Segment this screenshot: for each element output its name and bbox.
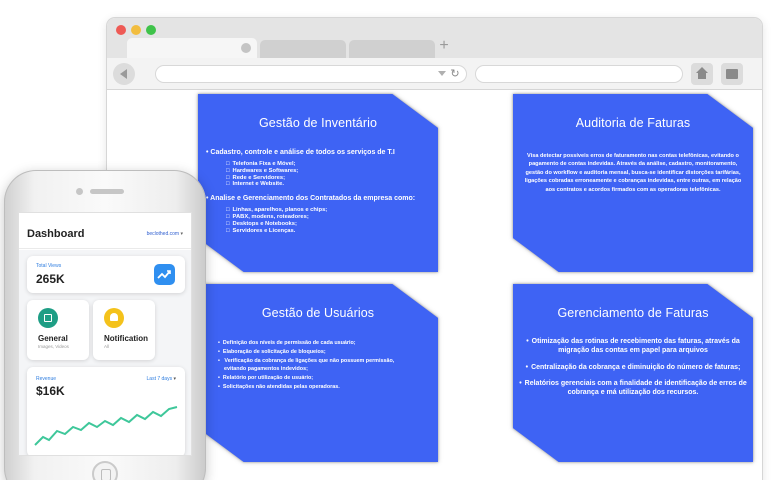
address-bar[interactable]: ↻	[155, 65, 467, 83]
card-auditoria-faturas: Auditoria de Faturas Visa detectar possí…	[513, 94, 753, 272]
card-body: Visa detectar possíveis erros de faturam…	[521, 152, 745, 194]
revenue-value: $16K	[36, 384, 65, 398]
list-item: Internet e Website.	[226, 181, 430, 188]
dashboard-header: Dashboard beclothed.com	[19, 213, 191, 249]
back-arrow-icon[interactable]	[113, 63, 135, 85]
phone-home-button[interactable]	[92, 461, 118, 480]
phone-speaker	[90, 189, 124, 194]
general-subtitle: Images, Videos	[38, 344, 69, 349]
list-item: Relatórios gerenciais com a finalidade d…	[519, 380, 747, 398]
list-item: Telefonia Fixa e Móvel;	[226, 161, 430, 168]
views-value: 265K	[36, 272, 65, 286]
card-background: Gestão de Inventário • Cadastro, control…	[198, 94, 438, 272]
card-gerenciamento-faturas: Gerenciamento de Faturas Otimização das …	[513, 284, 753, 462]
users-list: Definição dos níveis de permissão de cad…	[206, 340, 430, 391]
phone-screen: Dashboard beclothed.com Total Views 265K…	[18, 212, 192, 456]
list-item: Elaboração de solicitação de bloqueios;	[218, 349, 430, 356]
list-item: Solicitações não atendidas pelas operado…	[218, 384, 430, 391]
sub-list: Linhas, aparelhos, planos e chips; PABX,…	[206, 207, 430, 234]
sub-list: Telefonia Fixa e Móvel; Hardwares e Soft…	[206, 161, 430, 188]
dropdown-arrow-icon[interactable]	[438, 71, 446, 76]
date-range-dropdown[interactable]: Last 7 days	[147, 376, 176, 382]
list-item: Rede e Servidores;	[226, 175, 430, 182]
card-background: Auditoria de Faturas Visa detectar possí…	[513, 94, 753, 272]
list-item: Verificação da cobrança de ligações que …	[218, 358, 430, 372]
list-item: Definição dos níveis de permissão de cad…	[218, 340, 430, 347]
card-title: Gerenciamento de Faturas	[557, 306, 709, 320]
bullet-heading: • Cadastro, controle e análise de todos …	[206, 149, 395, 156]
browser-tab[interactable]	[260, 40, 346, 58]
phone-camera	[76, 188, 83, 195]
window-minimize-button[interactable]	[131, 25, 141, 35]
revenue-sparkline	[34, 406, 178, 446]
list-item: Otimização das rotinas de recebimento da…	[519, 338, 747, 356]
general-title: General	[38, 334, 68, 343]
tab-close-icon[interactable]	[241, 43, 251, 53]
reload-icon[interactable]: ↻	[448, 67, 462, 81]
dashboard-body: Total Views 265K General Images, Videos …	[19, 250, 191, 455]
list-item: PABX, modens, roteadores;	[226, 214, 430, 221]
list-item: Servidores e Licenças.	[226, 228, 430, 235]
dashboard-title: Dashboard	[27, 228, 85, 240]
list-item: Hardwares e Softwares;	[226, 168, 430, 175]
card-title: Gestão de Usuários	[261, 306, 375, 320]
card-gestao-inventario: Gestão de Inventário • Cadastro, control…	[198, 94, 438, 272]
revenue-card[interactable]: Revenue $16K Last 7 days	[27, 367, 185, 455]
trending-up-icon	[154, 264, 175, 285]
bullet-heading: • Analise e Gerenciamento dos Contratado…	[206, 195, 416, 203]
account-dropdown[interactable]: beclothed.com	[147, 231, 183, 237]
list-item: Centralização da cobrança e diminuição d…	[519, 364, 747, 373]
general-card[interactable]: General Images, Videos	[27, 300, 89, 360]
card-gestao-usuarios: Gestão de Usuários Definição dos níveis …	[198, 284, 438, 462]
list-item-text: Verificação da cobrança de ligações que …	[224, 358, 395, 365]
card-background: Gestão de Usuários Definição dos níveis …	[198, 284, 438, 462]
card-paragraph: Visa detectar possíveis erros de faturam…	[524, 153, 742, 193]
notification-title: Notification	[104, 334, 148, 343]
list-item-continuation: evitando pagamentos indevidos;	[224, 365, 308, 372]
notification-card[interactable]: Notification All	[93, 300, 155, 360]
browser-tab-active[interactable]	[127, 38, 257, 58]
card-body: Otimização das rotinas de recebimento da…	[519, 338, 747, 406]
browser-toolbar: ↻	[107, 58, 762, 90]
phone-mockup: Dashboard beclothed.com Total Views 265K…	[4, 170, 206, 480]
card-body: • Cadastro, controle e análise de todos …	[206, 148, 430, 240]
new-tab-plus-icon[interactable]: +	[437, 37, 451, 55]
revenue-label: Revenue	[36, 376, 57, 382]
card-body: Definição dos níveis de permissão de cad…	[206, 340, 430, 393]
menu-icon[interactable]	[721, 63, 743, 85]
notification-subtitle: All	[104, 344, 110, 349]
list-item: Desktops e Notebooks;	[226, 221, 430, 228]
bell-icon	[104, 308, 124, 328]
total-views-card[interactable]: Total Views 265K	[27, 256, 185, 293]
browser-tab[interactable]	[349, 40, 435, 58]
card-title: Gestão de Inventário	[258, 116, 378, 130]
window-close-button[interactable]	[116, 25, 126, 35]
card-background: Gerenciamento de Faturas Otimização das …	[513, 284, 753, 462]
views-label: Total Views	[36, 263, 62, 269]
card-title: Auditoria de Faturas	[575, 116, 691, 130]
browser-titlebar: +	[107, 18, 762, 58]
home-icon[interactable]	[691, 63, 713, 85]
list-item: Relatório por utilização de usuário;	[218, 375, 430, 382]
list-item: Linhas, aparelhos, planos e chips;	[226, 207, 430, 214]
browser-search-input[interactable]	[475, 65, 683, 83]
image-icon	[38, 308, 58, 328]
window-maximize-button[interactable]	[146, 25, 156, 35]
